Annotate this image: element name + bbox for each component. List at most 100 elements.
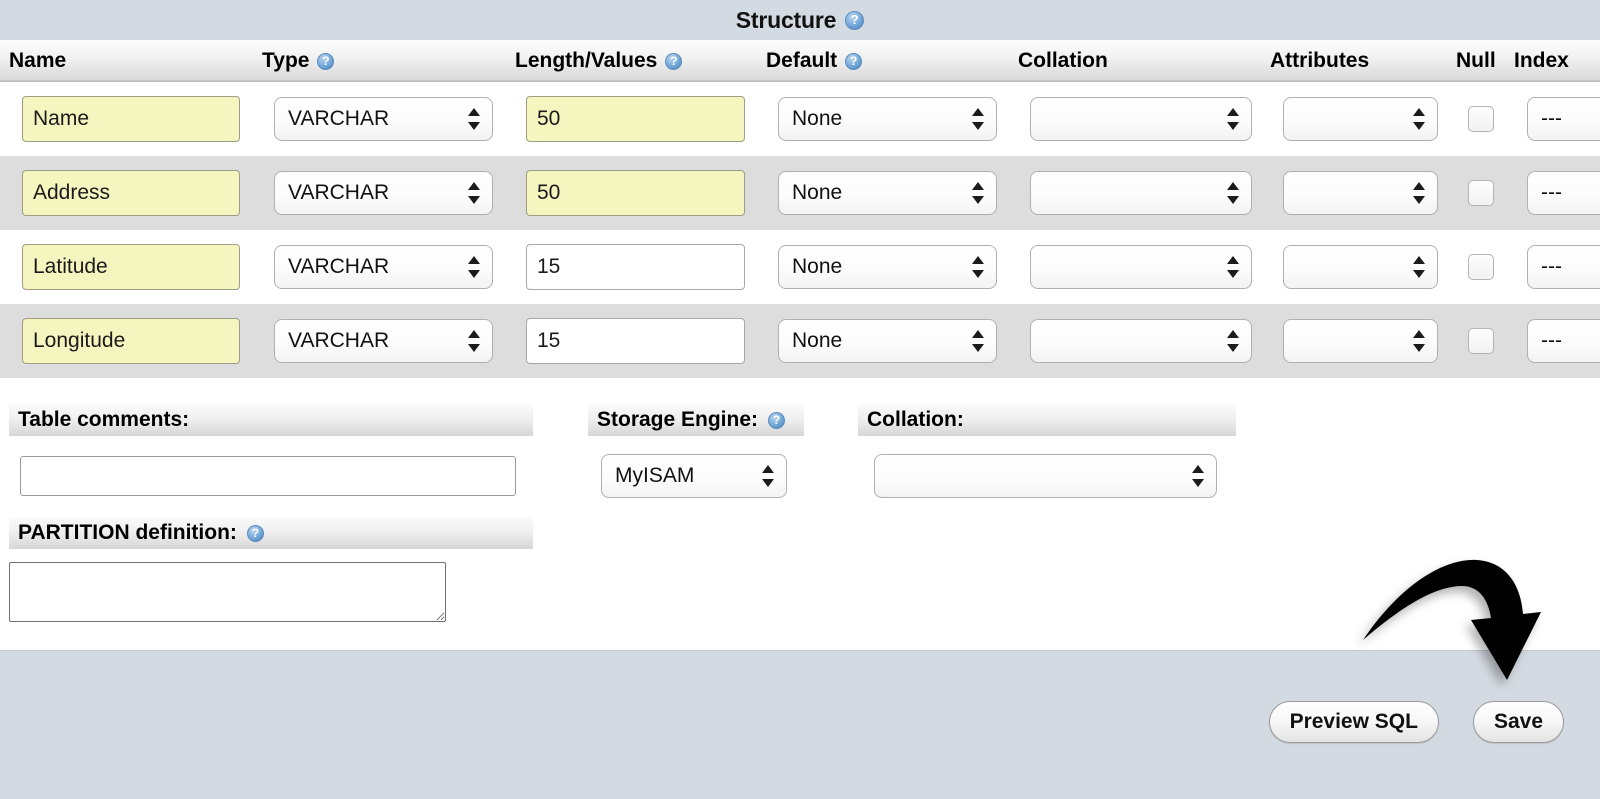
chevron-updown-icon [1413, 180, 1426, 206]
column-header-attributes: Attributes [1270, 49, 1370, 72]
cell-null [1468, 304, 1494, 378]
collation-label: Collation: [858, 404, 1236, 436]
field-attributes-select[interactable] [1283, 97, 1438, 141]
chevron-updown-icon [468, 254, 481, 280]
column-header-length: Length/Values [515, 40, 683, 82]
field-attributes-select[interactable] [1283, 319, 1438, 363]
chevron-updown-icon [1227, 328, 1240, 354]
field-type-select[interactable]: VARCHAR [274, 171, 493, 215]
chevron-updown-icon [1192, 463, 1205, 489]
field-length-input[interactable] [526, 96, 745, 142]
field-name-input[interactable] [22, 96, 240, 142]
chevron-updown-icon [1413, 106, 1426, 132]
chevron-updown-icon [972, 254, 985, 280]
field-type-select[interactable]: VARCHAR [274, 245, 493, 289]
cell-index: --- [1527, 156, 1600, 230]
field-index-select[interactable]: --- [1527, 171, 1600, 215]
field-type-select[interactable]: VARCHAR [274, 97, 493, 141]
cell-collation [1030, 156, 1252, 230]
cell-null [1468, 156, 1494, 230]
column-header-type: Type [262, 40, 335, 82]
field-collation-select[interactable] [1030, 245, 1252, 289]
field-default-select[interactable]: None [778, 319, 997, 363]
table-comments-label: Table comments: [9, 404, 533, 436]
field-length-input[interactable] [526, 244, 745, 290]
cell-name [22, 156, 240, 230]
partition-help-icon[interactable] [246, 524, 264, 542]
column-header-name: Name [9, 49, 67, 72]
phpmyadmin-structure-page: Structure Name Type Length/Values Defaul… [0, 0, 1600, 799]
table-options-form: Table comments: PARTITION definition: St… [0, 378, 1600, 650]
table-row: VARCHAR None [0, 304, 1600, 378]
table-row: VARCHAR None [0, 156, 1600, 230]
cell-name [22, 82, 240, 156]
save-button[interactable]: Save [1472, 701, 1564, 743]
chevron-updown-icon [1413, 328, 1426, 354]
field-collation-select[interactable] [1030, 319, 1252, 363]
cell-collation [1030, 304, 1252, 378]
structure-help-icon[interactable] [845, 10, 865, 30]
cell-length [526, 304, 745, 378]
cell-length [526, 156, 745, 230]
column-header-default: Default [766, 40, 863, 82]
cell-type: VARCHAR [274, 230, 493, 304]
length-help-icon[interactable] [665, 52, 683, 70]
chevron-updown-icon [468, 328, 481, 354]
chevron-updown-icon [468, 106, 481, 132]
cell-name [22, 304, 240, 378]
cell-index: --- [1527, 304, 1600, 378]
storage-engine-help-icon[interactable] [768, 411, 786, 429]
chevron-updown-icon [972, 328, 985, 354]
cell-name [22, 230, 240, 304]
field-length-input[interactable] [526, 318, 745, 364]
field-default-select[interactable]: None [778, 245, 997, 289]
field-default-select[interactable]: None [778, 97, 997, 141]
field-name-input[interactable] [22, 244, 240, 290]
cell-length [526, 82, 745, 156]
table-column-headers: Name Type Length/Values Default Collatio… [0, 40, 1600, 82]
table-comments-input[interactable] [20, 456, 516, 496]
field-attributes-select[interactable] [1283, 245, 1438, 289]
table-row: VARCHAR None [0, 82, 1600, 156]
column-header-collation: Collation [1018, 49, 1108, 72]
field-null-checkbox[interactable] [1468, 180, 1494, 206]
cell-type: VARCHAR [274, 304, 493, 378]
column-header-index: Index [1514, 49, 1569, 72]
field-null-checkbox[interactable] [1468, 328, 1494, 354]
type-help-icon[interactable] [317, 52, 335, 70]
cell-default: None [778, 82, 997, 156]
cell-default: None [778, 230, 997, 304]
field-length-input[interactable] [526, 170, 745, 216]
cell-length [526, 230, 745, 304]
field-type-select[interactable]: VARCHAR [274, 319, 493, 363]
field-null-checkbox[interactable] [1468, 254, 1494, 280]
cell-null [1468, 230, 1494, 304]
default-help-icon[interactable] [845, 52, 863, 70]
page-title: Structure [735, 6, 837, 33]
chevron-updown-icon [972, 106, 985, 132]
field-default-select[interactable]: None [778, 171, 997, 215]
cell-attributes [1283, 304, 1438, 378]
partition-definition-textarea[interactable] [9, 562, 446, 622]
field-collation-select[interactable] [1030, 97, 1252, 141]
field-name-input[interactable] [22, 318, 240, 364]
storage-engine-select[interactable]: MyISAM [601, 454, 787, 498]
chevron-updown-icon [468, 180, 481, 206]
cell-null [1468, 82, 1494, 156]
field-attributes-select[interactable] [1283, 171, 1438, 215]
collation-select[interactable] [874, 454, 1217, 498]
field-index-select[interactable]: --- [1527, 97, 1600, 141]
field-null-checkbox[interactable] [1468, 106, 1494, 132]
preview-sql-button[interactable]: Preview SQL [1268, 701, 1439, 743]
structure-rows: VARCHAR None [0, 82, 1600, 378]
table-row: VARCHAR None [0, 230, 1600, 304]
cell-attributes [1283, 156, 1438, 230]
field-index-select[interactable]: --- [1527, 245, 1600, 289]
field-name-input[interactable] [22, 170, 240, 216]
cell-attributes [1283, 230, 1438, 304]
structure-header: Structure [0, 0, 1600, 40]
cell-index: --- [1527, 230, 1600, 304]
chevron-updown-icon [1413, 254, 1426, 280]
field-index-select[interactable]: --- [1527, 319, 1600, 363]
field-collation-select[interactable] [1030, 171, 1252, 215]
